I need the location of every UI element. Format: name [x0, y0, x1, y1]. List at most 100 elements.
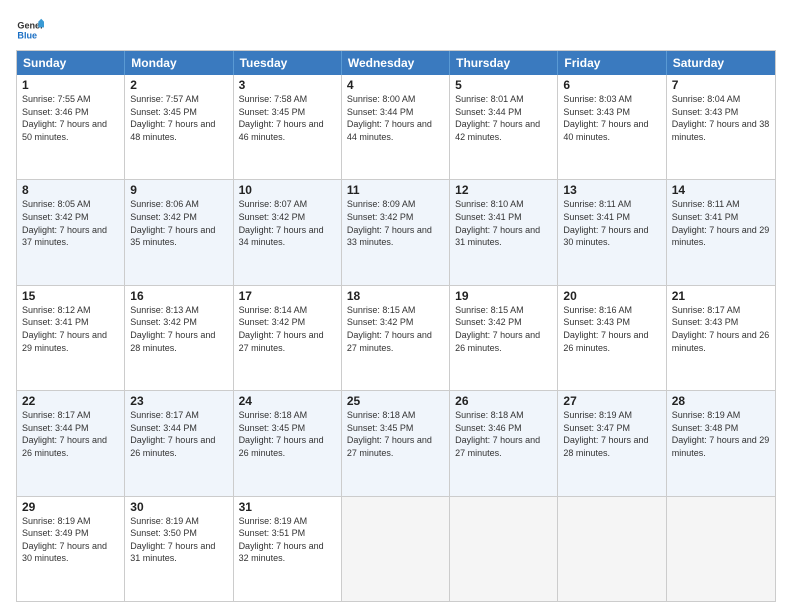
- calendar-week-4: 22 Sunrise: 8:17 AM Sunset: 3:44 PM Dayl…: [17, 391, 775, 496]
- day-info: Sunrise: 8:00 AM Sunset: 3:44 PM Dayligh…: [347, 93, 444, 143]
- sunset-time: Sunset: 3:41 PM: [563, 211, 660, 224]
- sunset-time: Sunset: 3:44 PM: [22, 422, 119, 435]
- sunset-time: Sunset: 3:45 PM: [239, 106, 336, 119]
- sunset-time: Sunset: 3:44 PM: [130, 422, 227, 435]
- day-cell-26: 26 Sunrise: 8:18 AM Sunset: 3:46 PM Dayl…: [450, 391, 558, 495]
- sunset-time: Sunset: 3:46 PM: [22, 106, 119, 119]
- sunrise-time: Sunrise: 8:17 AM: [22, 409, 119, 422]
- daylight-hours: Daylight: 7 hours and 27 minutes.: [347, 329, 444, 354]
- calendar-week-2: 8 Sunrise: 8:05 AM Sunset: 3:42 PM Dayli…: [17, 180, 775, 285]
- sunset-time: Sunset: 3:46 PM: [455, 422, 552, 435]
- day-info: Sunrise: 8:19 AM Sunset: 3:48 PM Dayligh…: [672, 409, 770, 459]
- sunset-time: Sunset: 3:42 PM: [239, 316, 336, 329]
- day-info: Sunrise: 8:17 AM Sunset: 3:44 PM Dayligh…: [22, 409, 119, 459]
- daylight-hours: Daylight: 7 hours and 26 minutes.: [22, 434, 119, 459]
- sunrise-time: Sunrise: 8:18 AM: [239, 409, 336, 422]
- day-cell-19: 19 Sunrise: 8:15 AM Sunset: 3:42 PM Dayl…: [450, 286, 558, 390]
- sunset-time: Sunset: 3:49 PM: [22, 527, 119, 540]
- day-number: 14: [672, 183, 770, 197]
- daylight-hours: Daylight: 7 hours and 35 minutes.: [130, 224, 227, 249]
- daylight-hours: Daylight: 7 hours and 30 minutes.: [22, 540, 119, 565]
- logo-icon: General Blue: [16, 16, 44, 44]
- day-number: 3: [239, 78, 336, 92]
- day-info: Sunrise: 8:01 AM Sunset: 3:44 PM Dayligh…: [455, 93, 552, 143]
- day-info: Sunrise: 8:11 AM Sunset: 3:41 PM Dayligh…: [563, 198, 660, 248]
- day-info: Sunrise: 8:19 AM Sunset: 3:47 PM Dayligh…: [563, 409, 660, 459]
- header-cell-saturday: Saturday: [667, 51, 775, 75]
- day-cell-8: 8 Sunrise: 8:05 AM Sunset: 3:42 PM Dayli…: [17, 180, 125, 284]
- day-cell-17: 17 Sunrise: 8:14 AM Sunset: 3:42 PM Dayl…: [234, 286, 342, 390]
- daylight-hours: Daylight: 7 hours and 26 minutes.: [130, 434, 227, 459]
- sunset-time: Sunset: 3:45 PM: [347, 422, 444, 435]
- sunrise-time: Sunrise: 8:06 AM: [130, 198, 227, 211]
- day-cell-11: 11 Sunrise: 8:09 AM Sunset: 3:42 PM Dayl…: [342, 180, 450, 284]
- daylight-hours: Daylight: 7 hours and 33 minutes.: [347, 224, 444, 249]
- sunrise-time: Sunrise: 8:17 AM: [130, 409, 227, 422]
- sunrise-time: Sunrise: 8:19 AM: [563, 409, 660, 422]
- sunrise-time: Sunrise: 8:14 AM: [239, 304, 336, 317]
- sunrise-time: Sunrise: 8:15 AM: [347, 304, 444, 317]
- day-number: 20: [563, 289, 660, 303]
- empty-cell: [667, 497, 775, 601]
- day-number: 17: [239, 289, 336, 303]
- day-number: 30: [130, 500, 227, 514]
- sunrise-time: Sunrise: 8:19 AM: [130, 515, 227, 528]
- day-cell-29: 29 Sunrise: 8:19 AM Sunset: 3:49 PM Dayl…: [17, 497, 125, 601]
- sunset-time: Sunset: 3:42 PM: [347, 211, 444, 224]
- sunset-time: Sunset: 3:45 PM: [239, 422, 336, 435]
- day-number: 7: [672, 78, 770, 92]
- day-number: 9: [130, 183, 227, 197]
- day-cell-31: 31 Sunrise: 8:19 AM Sunset: 3:51 PM Dayl…: [234, 497, 342, 601]
- sunrise-time: Sunrise: 8:05 AM: [22, 198, 119, 211]
- header-cell-wednesday: Wednesday: [342, 51, 450, 75]
- header-cell-monday: Monday: [125, 51, 233, 75]
- day-number: 18: [347, 289, 444, 303]
- day-number: 11: [347, 183, 444, 197]
- day-info: Sunrise: 8:19 AM Sunset: 3:50 PM Dayligh…: [130, 515, 227, 565]
- day-cell-13: 13 Sunrise: 8:11 AM Sunset: 3:41 PM Dayl…: [558, 180, 666, 284]
- day-cell-16: 16 Sunrise: 8:13 AM Sunset: 3:42 PM Dayl…: [125, 286, 233, 390]
- sunset-time: Sunset: 3:44 PM: [455, 106, 552, 119]
- day-cell-9: 9 Sunrise: 8:06 AM Sunset: 3:42 PM Dayli…: [125, 180, 233, 284]
- day-cell-21: 21 Sunrise: 8:17 AM Sunset: 3:43 PM Dayl…: [667, 286, 775, 390]
- day-cell-23: 23 Sunrise: 8:17 AM Sunset: 3:44 PM Dayl…: [125, 391, 233, 495]
- day-number: 27: [563, 394, 660, 408]
- sunrise-time: Sunrise: 7:55 AM: [22, 93, 119, 106]
- sunrise-time: Sunrise: 8:13 AM: [130, 304, 227, 317]
- daylight-hours: Daylight: 7 hours and 48 minutes.: [130, 118, 227, 143]
- day-number: 2: [130, 78, 227, 92]
- sunrise-time: Sunrise: 8:03 AM: [563, 93, 660, 106]
- day-cell-12: 12 Sunrise: 8:10 AM Sunset: 3:41 PM Dayl…: [450, 180, 558, 284]
- empty-cell: [342, 497, 450, 601]
- day-info: Sunrise: 8:18 AM Sunset: 3:45 PM Dayligh…: [347, 409, 444, 459]
- day-number: 8: [22, 183, 119, 197]
- day-info: Sunrise: 8:09 AM Sunset: 3:42 PM Dayligh…: [347, 198, 444, 248]
- sunrise-time: Sunrise: 8:11 AM: [672, 198, 770, 211]
- day-number: 21: [672, 289, 770, 303]
- sunrise-time: Sunrise: 8:18 AM: [347, 409, 444, 422]
- day-cell-10: 10 Sunrise: 8:07 AM Sunset: 3:42 PM Dayl…: [234, 180, 342, 284]
- day-cell-4: 4 Sunrise: 8:00 AM Sunset: 3:44 PM Dayli…: [342, 75, 450, 179]
- day-cell-30: 30 Sunrise: 8:19 AM Sunset: 3:50 PM Dayl…: [125, 497, 233, 601]
- sunset-time: Sunset: 3:42 PM: [130, 316, 227, 329]
- day-cell-14: 14 Sunrise: 8:11 AM Sunset: 3:41 PM Dayl…: [667, 180, 775, 284]
- day-number: 26: [455, 394, 552, 408]
- sunset-time: Sunset: 3:41 PM: [672, 211, 770, 224]
- daylight-hours: Daylight: 7 hours and 46 minutes.: [239, 118, 336, 143]
- sunset-time: Sunset: 3:43 PM: [672, 316, 770, 329]
- sunrise-time: Sunrise: 7:57 AM: [130, 93, 227, 106]
- daylight-hours: Daylight: 7 hours and 28 minutes.: [130, 329, 227, 354]
- day-number: 24: [239, 394, 336, 408]
- sunrise-time: Sunrise: 8:15 AM: [455, 304, 552, 317]
- daylight-hours: Daylight: 7 hours and 31 minutes.: [455, 224, 552, 249]
- sunrise-time: Sunrise: 8:19 AM: [22, 515, 119, 528]
- sunset-time: Sunset: 3:50 PM: [130, 527, 227, 540]
- day-info: Sunrise: 7:58 AM Sunset: 3:45 PM Dayligh…: [239, 93, 336, 143]
- sunset-time: Sunset: 3:47 PM: [563, 422, 660, 435]
- day-cell-22: 22 Sunrise: 8:17 AM Sunset: 3:44 PM Dayl…: [17, 391, 125, 495]
- header-cell-sunday: Sunday: [17, 51, 125, 75]
- day-info: Sunrise: 8:17 AM Sunset: 3:43 PM Dayligh…: [672, 304, 770, 354]
- daylight-hours: Daylight: 7 hours and 28 minutes.: [563, 434, 660, 459]
- day-info: Sunrise: 8:06 AM Sunset: 3:42 PM Dayligh…: [130, 198, 227, 248]
- sunrise-time: Sunrise: 8:07 AM: [239, 198, 336, 211]
